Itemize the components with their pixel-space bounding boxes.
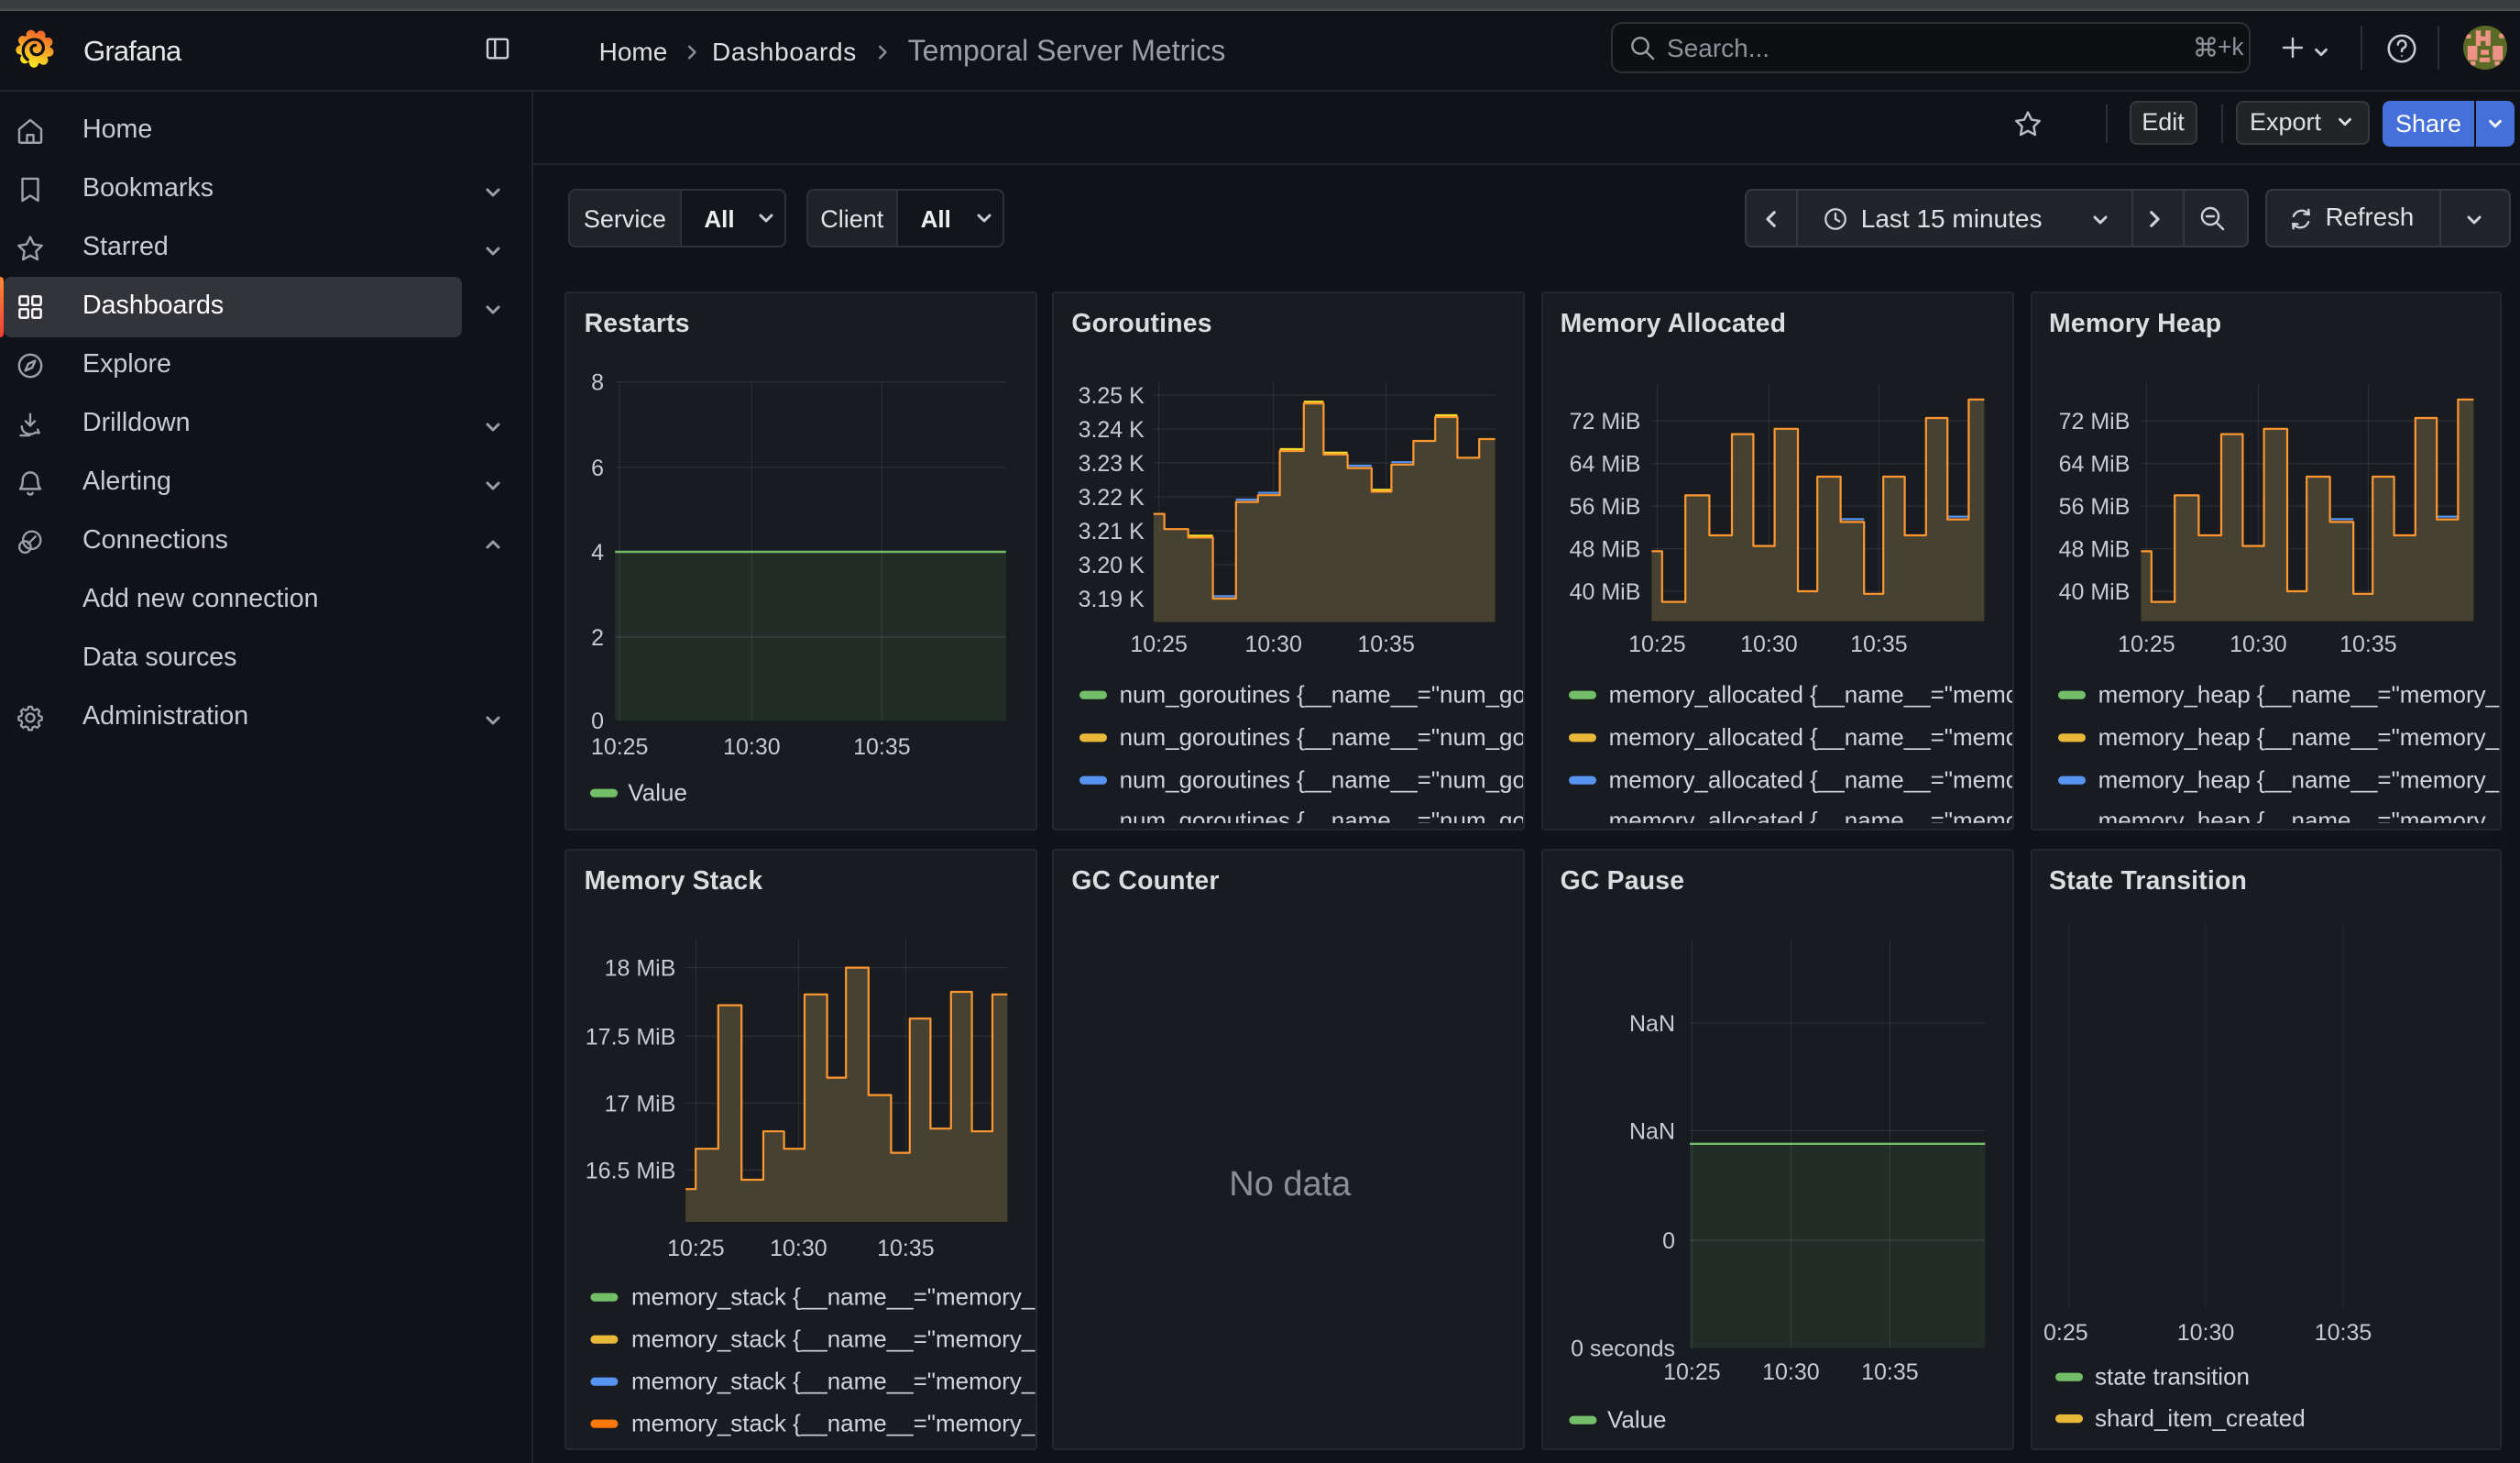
svg-text:memory_stack {__name__="memory: memory_stack {__name__="memory_stack", i…: [632, 1282, 1038, 1309]
svg-text:memory_stack {__name__="memory: memory_stack {__name__="memory_stack", i…: [632, 1324, 1038, 1351]
svg-text:10:30: 10:30: [724, 733, 782, 759]
svg-text:10:25: 10:25: [1663, 1358, 1721, 1384]
svg-text:memory_heap {__name__="memory_: memory_heap {__name__="memory_heap", ins…: [2098, 679, 2503, 707]
svg-text:17.5 MiB: 17.5 MiB: [586, 1023, 676, 1049]
svg-text:48 MiB: 48 MiB: [1569, 536, 1640, 562]
svg-text:4: 4: [592, 539, 605, 565]
svg-text:72 MiB: 72 MiB: [1569, 408, 1640, 434]
svg-text:memory_stack {__name__="memory: memory_stack {__name__="memory_stack", i…: [632, 1408, 1038, 1436]
svg-text:No data: No data: [1230, 1164, 1353, 1203]
svg-text:10:35: 10:35: [878, 1235, 936, 1260]
svg-text:num_goroutines {__name__="num_: num_goroutines {__name__="num_goroutines…: [1120, 722, 1525, 750]
svg-text:memory_allocated {__name__="me: memory_allocated {__name__="memory_alloc…: [1608, 764, 2013, 792]
svg-text:10:35: 10:35: [854, 733, 912, 759]
svg-text:Value: Value: [1607, 1404, 1667, 1432]
svg-text:shard_item_created: shard_item_created: [2094, 1403, 2305, 1431]
svg-text:10:30: 10:30: [2229, 631, 2286, 656]
svg-text:6: 6: [592, 455, 605, 480]
svg-text:0: 0: [1662, 1227, 1675, 1253]
svg-text:3.20 K: 3.20 K: [1079, 552, 1145, 578]
svg-text:num_goroutines {__name__="num_: num_goroutines {__name__="num_goroutines…: [1120, 764, 1525, 792]
svg-text:40 MiB: 40 MiB: [1569, 578, 1640, 604]
svg-text:memory_stack {__name__="memory: memory_stack {__name__="memory_stack", i…: [632, 1366, 1038, 1393]
svg-text:10:35: 10:35: [2339, 631, 2396, 656]
svg-text:56 MiB: 56 MiB: [1569, 493, 1640, 519]
svg-text:0 seconds: 0 seconds: [1571, 1336, 1675, 1361]
svg-text:3.22 K: 3.22 K: [1079, 484, 1145, 510]
svg-text:NaN: NaN: [1629, 1010, 1675, 1036]
svg-text:2: 2: [592, 624, 605, 650]
svg-text:NaN: NaN: [1629, 1117, 1675, 1143]
svg-text:10:30: 10:30: [1740, 631, 1798, 656]
svg-text:10:30: 10:30: [1762, 1358, 1820, 1384]
svg-text:56 MiB: 56 MiB: [2058, 493, 2130, 519]
svg-text:memory_heap {__name__="memory_: memory_heap {__name__="memory_heap", ins…: [2098, 722, 2503, 750]
svg-text:10:35: 10:35: [1850, 631, 1908, 656]
svg-text:17 MiB: 17 MiB: [605, 1090, 676, 1116]
svg-text:3.25 K: 3.25 K: [1079, 382, 1145, 408]
svg-text:64 MiB: 64 MiB: [1569, 451, 1640, 477]
svg-text:16.5 MiB: 16.5 MiB: [586, 1157, 676, 1182]
svg-text:3.21 K: 3.21 K: [1079, 518, 1145, 544]
svg-text:memory_allocated {__name__="me: memory_allocated {__name__="memory_alloc…: [1608, 722, 2013, 750]
svg-text:num_goroutines {__name__="num_: num_goroutines {__name__="num_goroutines…: [1120, 679, 1525, 707]
svg-text:0: 0: [592, 708, 605, 733]
svg-text:memory_allocated {__name__="me: memory_allocated {__name__="memory_alloc…: [1608, 679, 2013, 707]
svg-text:18 MiB: 18 MiB: [605, 955, 676, 981]
svg-text:10:25: 10:25: [668, 1235, 726, 1260]
svg-text:10:35: 10:35: [1861, 1358, 1919, 1384]
svg-text:memory_heap {__name__="memory_: memory_heap {__name__="memory_heap", ins…: [2098, 764, 2503, 792]
svg-text:10:25: 10:25: [2117, 631, 2175, 656]
svg-text:10:25: 10:25: [592, 733, 650, 759]
svg-text:64 MiB: 64 MiB: [2058, 451, 2130, 477]
svg-text:10:30: 10:30: [2176, 1319, 2234, 1345]
svg-text:48 MiB: 48 MiB: [2058, 536, 2130, 562]
svg-text:40 MiB: 40 MiB: [2058, 578, 2130, 604]
svg-text:10:35: 10:35: [2314, 1319, 2372, 1345]
svg-text:10:25: 10:25: [1628, 631, 1686, 656]
svg-text:3.24 K: 3.24 K: [1079, 416, 1145, 442]
svg-text:10:35: 10:35: [1358, 631, 1416, 656]
svg-text:Value: Value: [629, 777, 688, 805]
svg-text:8: 8: [592, 369, 605, 395]
svg-text:10:30: 10:30: [1245, 631, 1303, 656]
svg-text:state transition: state transition: [2094, 1361, 2249, 1389]
svg-text:0:25: 0:25: [2043, 1319, 2087, 1345]
svg-text:3.19 K: 3.19 K: [1079, 586, 1145, 611]
svg-text:10:30: 10:30: [771, 1235, 828, 1260]
svg-text:3.23 K: 3.23 K: [1079, 450, 1145, 476]
svg-text:10:25: 10:25: [1131, 631, 1189, 656]
svg-text:72 MiB: 72 MiB: [2058, 408, 2130, 434]
